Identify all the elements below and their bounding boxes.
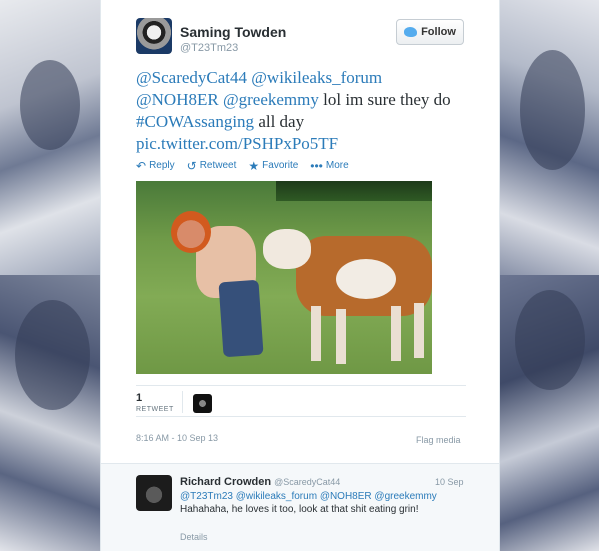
reply-label: Reply bbox=[149, 160, 175, 171]
reply-author-name: Richard Crowden bbox=[180, 476, 272, 488]
follow-label: Follow bbox=[421, 26, 456, 38]
photo-person-legs bbox=[218, 279, 264, 358]
wallpaper-shape bbox=[515, 290, 585, 390]
mention-link[interactable]: @greekemmy bbox=[374, 491, 436, 502]
reply-date[interactable]: 10 Sep bbox=[435, 477, 464, 487]
follow-button[interactable]: Follow bbox=[396, 19, 464, 45]
stats-divider bbox=[182, 391, 183, 413]
tweet-body-text: all day bbox=[254, 112, 305, 131]
tweet-text: @ScaredyCat44 @wikileaks_forum @NOH8ER @… bbox=[136, 67, 466, 155]
photo-cow-leg bbox=[336, 309, 346, 364]
author-name[interactable]: Saming Towden bbox=[180, 24, 286, 40]
mention-link[interactable]: @greekemmy bbox=[223, 90, 319, 109]
hashtag-link[interactable]: #COWAssanging bbox=[136, 112, 254, 131]
mention-link[interactable]: @T23Tm23 bbox=[180, 491, 233, 502]
mention-link[interactable]: @wikileaks_forum bbox=[236, 491, 317, 502]
photo-cow-head bbox=[263, 229, 311, 269]
mention-link[interactable]: @wikileaks_forum bbox=[251, 68, 382, 87]
wallpaper-shape bbox=[15, 300, 90, 410]
wallpaper-shape bbox=[20, 60, 80, 150]
tweet-body-text: lol im sure they do bbox=[318, 90, 451, 109]
retweet-count[interactable]: 1 bbox=[136, 392, 142, 404]
tweet-actions: ↶ Reply ↺ Retweet ★ Favorite ••• More bbox=[136, 158, 349, 173]
mention-link[interactable]: @NOH8ER bbox=[136, 90, 219, 109]
photo-trees bbox=[276, 181, 432, 201]
photo-cow-leg bbox=[391, 306, 401, 361]
photo-cow-leg bbox=[311, 306, 321, 361]
mention-link[interactable]: @ScaredyCat44 bbox=[136, 68, 247, 87]
reply-author-handle: @ScaredyCat44 bbox=[274, 477, 341, 487]
favorite-button[interactable]: ★ Favorite bbox=[248, 158, 299, 173]
more-dots-icon: ••• bbox=[310, 158, 323, 173]
reply-body-text: Hahahaha, he loves it too, look at that … bbox=[180, 504, 419, 515]
retweet-count-label: RETWEET bbox=[136, 406, 174, 413]
retweet-icon: ↺ bbox=[186, 158, 197, 173]
mention-link[interactable]: @NOH8ER bbox=[320, 491, 372, 502]
favorite-label: Favorite bbox=[262, 160, 299, 171]
reply-button[interactable]: ↶ Reply bbox=[136, 158, 175, 173]
pic-link[interactable]: pic.twitter.com/PSHPxPo5TF bbox=[136, 134, 338, 153]
photo-person-head bbox=[171, 211, 211, 253]
photo-cow-leg bbox=[414, 303, 424, 358]
tweet-card: Saming Towden @T23Tm23 Follow @ScaredyCa… bbox=[100, 0, 500, 551]
tweet-timestamp[interactable]: 8:16 AM - 10 Sep 13 bbox=[136, 433, 218, 443]
retweeter-avatar[interactable] bbox=[193, 394, 212, 413]
tweet-photo[interactable] bbox=[136, 181, 432, 374]
retweet-label: Retweet bbox=[199, 160, 237, 171]
star-icon: ★ bbox=[248, 158, 260, 173]
reply-author-avatar[interactable] bbox=[136, 475, 172, 511]
author-handle[interactable]: @T23Tm23 bbox=[180, 42, 238, 54]
more-label: More bbox=[325, 160, 349, 171]
tweet-stats: 1 RETWEET bbox=[136, 385, 466, 417]
photo-cow-patch bbox=[336, 259, 396, 299]
reply-arrow-icon: ↶ bbox=[136, 158, 147, 173]
wallpaper-shape bbox=[520, 50, 585, 170]
reply-tweet: Richard Crowden @ScaredyCat44 10 Sep @T2… bbox=[101, 463, 499, 551]
reply-details-link[interactable]: Details bbox=[180, 532, 208, 542]
more-button[interactable]: ••• More bbox=[310, 158, 349, 173]
retweet-button[interactable]: ↺ Retweet bbox=[186, 158, 237, 173]
reply-text: @T23Tm23 @wikileaks_forum @NOH8ER @greek… bbox=[180, 490, 470, 516]
twitter-bird-icon bbox=[404, 27, 418, 37]
author-avatar[interactable] bbox=[136, 18, 172, 54]
reply-author[interactable]: Richard Crowden @ScaredyCat44 bbox=[180, 476, 340, 488]
flag-media-link[interactable]: Flag media bbox=[416, 435, 461, 445]
